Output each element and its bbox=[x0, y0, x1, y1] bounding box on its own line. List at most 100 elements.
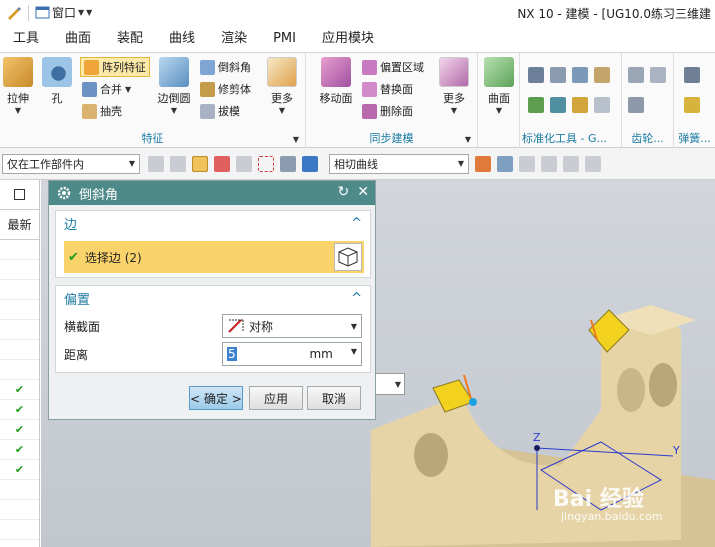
chevron-down-icon[interactable]: ▼ bbox=[351, 347, 357, 361]
unite-icon bbox=[82, 81, 97, 97]
distance-field[interactable]: 5 mm ▼ bbox=[222, 342, 362, 366]
snap-icon[interactable] bbox=[148, 155, 164, 172]
edge-handle[interactable] bbox=[469, 398, 477, 406]
navigator-row[interactable] bbox=[0, 260, 39, 280]
curve-rule-dropdown[interactable]: 相切曲线 ▼ bbox=[329, 153, 469, 174]
surface-button[interactable]: 曲面 ▼ bbox=[479, 57, 519, 115]
gear-tool-icon[interactable] bbox=[628, 67, 644, 83]
tab-assembly[interactable]: 装配 bbox=[104, 25, 156, 53]
tab-surface[interactable]: 曲面 bbox=[52, 25, 104, 53]
gear-icon[interactable] bbox=[57, 186, 71, 200]
offset-section-header[interactable]: 偏置 ^ bbox=[56, 286, 370, 310]
window-menu[interactable]: 窗口 ▼ ▼ bbox=[35, 4, 92, 21]
unite-button[interactable]: 合并 ▼ bbox=[82, 79, 131, 99]
tab-tools[interactable]: 工具 bbox=[0, 25, 52, 53]
std-tool-icon[interactable] bbox=[528, 67, 544, 83]
curve-option-icon[interactable] bbox=[519, 155, 535, 172]
edge-section-header[interactable]: 边 ^ bbox=[56, 211, 370, 235]
std-tool-icon[interactable] bbox=[572, 67, 588, 83]
trim-body-button[interactable]: 修剪体 bbox=[200, 79, 251, 99]
navigator-row[interactable]: ✔ bbox=[0, 400, 39, 420]
gear-group: 齿轮... bbox=[622, 53, 674, 148]
spring-tool-icon[interactable] bbox=[684, 97, 700, 113]
customize-icon[interactable]: ▼ bbox=[86, 8, 92, 17]
move-face-button[interactable]: 移动面 bbox=[314, 57, 358, 106]
hole-button[interactable]: 孔 bbox=[37, 57, 77, 106]
spring-tool-icon[interactable] bbox=[684, 67, 700, 83]
selection-scope-dropdown[interactable]: 仅在工作部件内 ▼ bbox=[2, 153, 140, 174]
collapse-icon[interactable]: ^ bbox=[351, 291, 362, 306]
filter-icon[interactable] bbox=[192, 155, 208, 172]
select-edge-row[interactable]: ✔ 选择边 (2) bbox=[64, 241, 364, 273]
curve-option-icon[interactable] bbox=[541, 155, 557, 172]
offset-region-button[interactable]: 偏置区域 bbox=[362, 57, 424, 77]
y-axis-label: Y bbox=[673, 444, 680, 457]
hidden-dropdown[interactable]: ▼ bbox=[371, 373, 405, 395]
more-features-label: 更多 bbox=[271, 92, 293, 105]
pencil-icon[interactable] bbox=[6, 5, 22, 21]
curve-option-icon[interactable] bbox=[497, 155, 513, 172]
navigator-row[interactable]: ✔ bbox=[0, 440, 39, 460]
navigator-row[interactable] bbox=[0, 280, 39, 300]
navigator-row[interactable] bbox=[0, 340, 39, 360]
navigator-row[interactable] bbox=[0, 240, 39, 260]
curve-option-icon[interactable] bbox=[563, 155, 579, 172]
std-tool-icon[interactable] bbox=[594, 97, 610, 113]
navigator-row[interactable] bbox=[0, 360, 39, 380]
navigator-row[interactable]: ✔ bbox=[0, 380, 39, 400]
navigator-row[interactable] bbox=[0, 520, 39, 540]
cross-section-dropdown[interactable]: 对称 ▼ bbox=[222, 314, 362, 338]
std-tool-icon[interactable] bbox=[550, 67, 566, 83]
tab-render[interactable]: 渲染 bbox=[208, 25, 260, 53]
pattern-label: 阵列特征 bbox=[102, 61, 146, 74]
std-tool-icon[interactable] bbox=[594, 67, 610, 83]
navigator-row[interactable] bbox=[0, 500, 39, 520]
tab-curve[interactable]: 曲线 bbox=[156, 25, 208, 53]
navigator-row[interactable] bbox=[0, 300, 39, 320]
more-sync-button[interactable]: 更多 ▼ bbox=[434, 57, 474, 115]
curve-option-icon[interactable] bbox=[475, 155, 491, 172]
gear-tool-icon[interactable] bbox=[650, 67, 666, 83]
edge-blend-button[interactable]: 边倒圆 ▼ bbox=[152, 57, 196, 115]
delete-face-button[interactable]: 删除面 bbox=[362, 101, 413, 121]
close-icon[interactable]: ✕ bbox=[357, 185, 369, 199]
cube-icon[interactable] bbox=[302, 155, 318, 172]
offset-section: 偏置 ^ 横截面 对称 ▼ 距离 5 mm ▼ bbox=[55, 285, 371, 373]
cancel-button[interactable]: 取消 bbox=[307, 386, 361, 410]
edge-section: 边 ^ ✔ 选择边 (2) bbox=[55, 210, 371, 278]
replace-face-button[interactable]: 替换面 bbox=[362, 79, 413, 99]
navigator-row[interactable]: ✔ bbox=[0, 460, 39, 480]
snap-icon[interactable] bbox=[170, 155, 186, 172]
extrude-button[interactable]: 拉伸 ▼ bbox=[0, 57, 38, 115]
ok-button[interactable]: < 确定 > bbox=[189, 386, 243, 410]
std-tool-icon[interactable] bbox=[550, 97, 566, 113]
chevron-down-icon[interactable]: ▼ bbox=[465, 135, 471, 144]
std-tool-icon[interactable] bbox=[572, 97, 588, 113]
tab-applications[interactable]: 应用模块 bbox=[309, 25, 387, 53]
shell-button[interactable]: 抽壳 bbox=[82, 101, 122, 121]
box-select-icon[interactable] bbox=[258, 155, 274, 172]
select-edge-button[interactable] bbox=[334, 243, 362, 271]
navigator-row[interactable] bbox=[0, 480, 39, 500]
std-tool-icon[interactable] bbox=[528, 97, 544, 113]
tab-pmi[interactable]: PMI bbox=[260, 25, 309, 53]
select-icon[interactable] bbox=[214, 155, 230, 172]
select-icon[interactable] bbox=[280, 155, 296, 172]
dialog-title-bar[interactable]: 倒斜角 ↻ ✕ bbox=[49, 181, 375, 205]
chamfer-button[interactable]: 倒斜角 bbox=[200, 57, 251, 77]
curve-option-icon[interactable] bbox=[585, 155, 601, 172]
apply-button[interactable]: 应用 bbox=[249, 386, 303, 410]
navigator-row[interactable]: ✔ bbox=[0, 420, 39, 440]
navigator-row[interactable] bbox=[0, 320, 39, 340]
snap-icon[interactable] bbox=[236, 155, 252, 172]
chevron-down-icon[interactable]: ▼ bbox=[293, 135, 299, 144]
maximize-icon[interactable] bbox=[14, 189, 25, 200]
collapse-icon[interactable]: ^ bbox=[351, 216, 362, 231]
gear-tool-icon[interactable] bbox=[628, 97, 644, 113]
pattern-feature-button[interactable]: 阵列特征 bbox=[80, 57, 150, 77]
reset-icon[interactable]: ↻ bbox=[338, 185, 350, 199]
navigator-row[interactable] bbox=[0, 540, 39, 547]
more-features-button[interactable]: 更多 ▼ bbox=[262, 57, 302, 115]
draft-button[interactable]: 拔模 bbox=[200, 101, 240, 121]
distance-value[interactable]: 5 bbox=[227, 347, 237, 361]
